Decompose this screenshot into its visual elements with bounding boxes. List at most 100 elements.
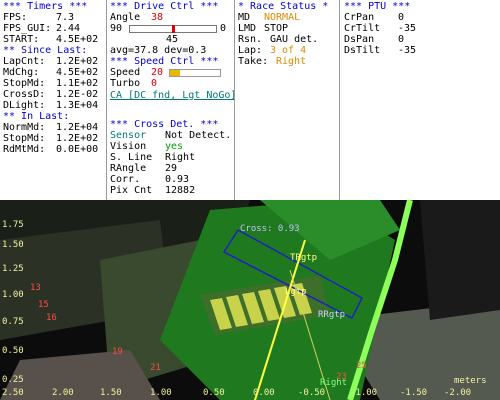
units-label: meters (454, 376, 487, 386)
drive-panel: *** Drive Ctrl *** Angle 38 90 0 45 avg=… (107, 0, 234, 200)
x-axis-tick: -1.00 (350, 388, 378, 398)
x-axis-tick: 2.00 (52, 388, 74, 398)
vision-value: yes (165, 141, 184, 152)
dspan-label: DsPan (344, 34, 375, 45)
dlight-value: 1.3E+04 (56, 100, 99, 111)
corr-value: 0.93 (165, 174, 190, 185)
since-last-header: ** Since Last: (3, 45, 88, 56)
sline-value: Right (165, 152, 196, 163)
timers-panel: *** Timers *** FPS: 7.3 FPS_GUI: 2.44 ST… (0, 0, 106, 200)
normmd-label: NormMd: (3, 122, 46, 133)
x-axis-tick: 0.50 (203, 388, 225, 398)
lmd-value: STOP (264, 23, 289, 34)
x-axis-tick: 1.50 (100, 388, 122, 398)
crpan-value: 0 (398, 12, 405, 23)
stopmd2-value: 1.2E+02 (56, 133, 99, 144)
lap-label: Lap: (238, 45, 263, 56)
target-point-label: TRgtp (290, 253, 318, 263)
ptu-panel: *** PTU *** CrPan 0 CrTilt -35 DsPan 0 D… (340, 0, 500, 200)
right-point-label: RRgtp (318, 310, 346, 320)
lapcnt-label: LapCnt: (3, 56, 46, 67)
lap-value: 3 of 4 (270, 45, 307, 56)
x-axis-tick: -2.00 (444, 388, 472, 398)
mdchg-label: MdChg: (3, 67, 40, 78)
pix-count-value: 12882 (165, 185, 196, 196)
timers-header: *** Timers *** (3, 1, 88, 12)
sensor-label: Sensor (110, 130, 147, 141)
rdmtmd-label: RdMtMd: (3, 144, 46, 155)
track-marker: 16 (46, 313, 57, 323)
dstilt-label: DsTilt (344, 45, 381, 56)
track-marker: 15 (38, 300, 49, 310)
reason-value: GAU det. (270, 34, 319, 45)
x-axis-tick: -0.50 (298, 388, 326, 398)
angle-average-line: avg=37.8 dev=0.3 (110, 45, 207, 56)
angle-slider-value: 45 (166, 34, 179, 45)
stopmd2-label: StopMd: (3, 133, 46, 144)
start-label: START: (3, 34, 40, 45)
mdchg-value: 4.5E+02 (56, 67, 99, 78)
start-value: 4.5E+02 (56, 34, 99, 45)
sensor-value: Not Detect. (165, 130, 232, 141)
x-axis-tick: 1.00 (150, 388, 172, 398)
speed-bar-fill (170, 70, 180, 76)
angle-slider[interactable] (129, 25, 217, 33)
angle-label: Angle (110, 12, 141, 23)
corr-label: Corr. (110, 174, 141, 185)
fps-gui-label: FPS_GUI: (3, 23, 52, 34)
stopmd-label: StopMd: (3, 78, 46, 89)
reason-label: Rsn. (238, 34, 263, 45)
normmd-value: 1.2E+04 (56, 122, 99, 133)
speed-label: Speed (110, 67, 141, 78)
take-value: Right (276, 56, 307, 67)
collision-avoid-status: CA [DC fnd, Lgt NoGo] (110, 90, 234, 101)
rangle-value: 29 (165, 163, 178, 174)
lapcnt-value: 1.2E+02 (56, 56, 99, 67)
dspan-value: 0 (398, 34, 405, 45)
turbo-label: Turbo (110, 78, 141, 89)
take-label: Take: (238, 56, 269, 67)
crossd-value: 1.2E-02 (56, 89, 99, 100)
track-marker: 21 (150, 363, 161, 373)
track-marker: 13 (30, 283, 41, 293)
dstilt-value: -35 (398, 45, 417, 56)
angle-range-min: 90 (110, 23, 123, 34)
x-axis-tick: 2.50 (2, 388, 24, 398)
angle-range-max: 0 (220, 23, 227, 34)
in-last-header: ** In Last: (3, 111, 70, 122)
y-axis-tick: 0.75 (2, 317, 24, 327)
md-value: NORMAL (264, 12, 301, 23)
y-axis-tick: 1.75 (2, 220, 24, 230)
pix-count-label: Pix Cnt (110, 185, 153, 196)
crtilt-label: CrTilt (344, 23, 381, 34)
track-marker: 25 (356, 361, 367, 371)
speed-header: *** Speed Ctrl *** (110, 56, 219, 67)
fps-label: FPS: (3, 12, 28, 23)
cross-confidence-label: Cross: 0.93 (240, 224, 300, 234)
y-axis-tick: 0.25 (2, 375, 24, 385)
drive-header: *** Drive Ctrl *** (110, 1, 219, 12)
rdmtmd-value: 0.0E+00 (56, 144, 99, 155)
y-axis-tick: 1.00 (2, 290, 24, 300)
y-axis-tick: 1.25 (2, 264, 24, 274)
track-marker: 19 (112, 347, 123, 357)
rangle-label: RAngle (110, 163, 147, 174)
x-axis-tick: -1.50 (400, 388, 428, 398)
md-label: MD (238, 12, 251, 23)
dlight-label: DLight: (3, 100, 46, 111)
crossd-label: CrossD: (3, 89, 46, 100)
angle-slider-handle[interactable] (171, 25, 175, 33)
speed-value: 20 (151, 67, 164, 78)
vision-label: Vision (110, 141, 147, 152)
sline-label: S. Line (110, 152, 153, 163)
track-marker: 23 (336, 372, 347, 382)
speed-bar (169, 69, 221, 77)
camera-view[interactable]: 1.75 1.50 1.25 1.00 0.75 0.50 0.25 2.50 … (0, 200, 500, 400)
fps-value: 7.3 (56, 12, 75, 23)
race-status-panel: * Race Status * MD NORMAL LMD STOP Rsn. … (235, 0, 339, 200)
race-status-header: * Race Status * (238, 1, 329, 12)
stopmd-value: 1.1E+02 (56, 78, 99, 89)
left-point-label: Lgtp (285, 287, 307, 297)
crpan-label: CrPan (344, 12, 375, 23)
cross-det-header: *** Cross Det. *** (110, 119, 219, 130)
